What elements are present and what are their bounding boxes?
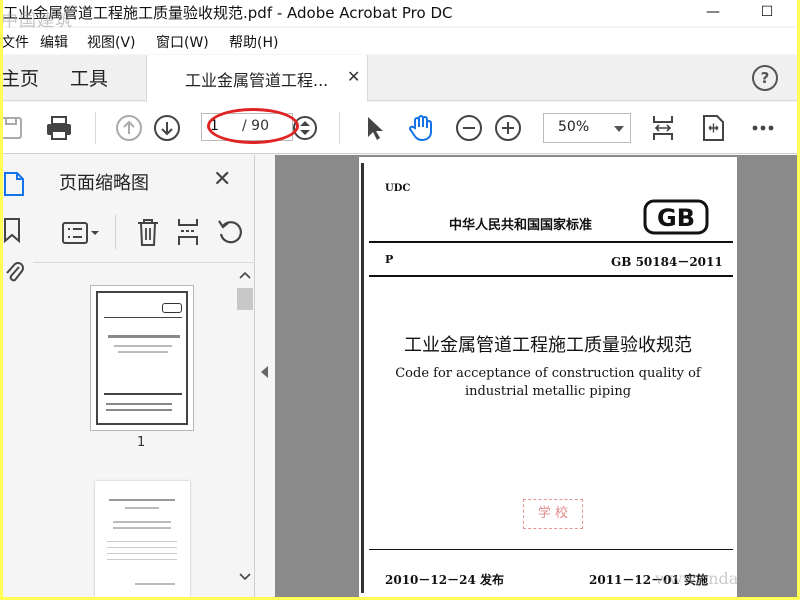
footer-rule bbox=[369, 549, 733, 550]
zoom-value: 50% bbox=[558, 119, 590, 135]
thumbnail-page-number: 1 bbox=[137, 435, 146, 450]
save-icon[interactable] bbox=[3, 114, 25, 142]
publish-date: 2010－12－24 发布 bbox=[385, 573, 504, 587]
chevron-down-icon bbox=[614, 126, 624, 132]
scrollbar-thumb[interactable] bbox=[237, 288, 253, 310]
zoom-in-icon[interactable] bbox=[494, 114, 522, 142]
close-panel-icon[interactable]: ✕ bbox=[213, 167, 231, 192]
hand-icon[interactable] bbox=[407, 114, 435, 142]
zoom-out-icon[interactable] bbox=[455, 114, 483, 142]
menu-file[interactable]: 文件 bbox=[3, 32, 29, 52]
page-thumbnails-icon[interactable] bbox=[3, 171, 25, 197]
document-title-zh: 工业金属管道工程施工质量验收规范 bbox=[404, 335, 692, 356]
tab-tools[interactable]: 工具 bbox=[70, 64, 108, 91]
attachment-icon[interactable] bbox=[3, 259, 25, 285]
thumbnail-scrollbar[interactable] bbox=[235, 268, 253, 590]
thumbnail-text-line bbox=[107, 547, 177, 548]
udc-label: UDC bbox=[385, 183, 411, 194]
print-icon[interactable] bbox=[45, 114, 73, 142]
thumbnail-text-line bbox=[114, 345, 172, 347]
document-title-en-line2: industrial metallic piping bbox=[464, 384, 632, 399]
thumbnail-text-line bbox=[107, 553, 177, 554]
menu-view[interactable]: 视图(V) bbox=[87, 32, 136, 52]
tab-bar: 主页 工具 工业金属管道工程... ✕ ? bbox=[3, 55, 797, 102]
extract-icon[interactable] bbox=[175, 217, 203, 247]
bookmark-icon[interactable] bbox=[3, 217, 23, 243]
standard-name: 中华人民共和国国家标准 bbox=[449, 218, 593, 233]
panel-title: 页面缩略图 bbox=[59, 173, 149, 194]
thumbnails-panel: 页面缩略图 ✕ 1 bbox=[33, 155, 255, 597]
tab-document-label: 工业金属管道工程... bbox=[185, 71, 329, 90]
standard-code: GB 50184－2011 bbox=[611, 255, 723, 269]
document-page: UDC 中华人民共和国国家标准 GB P GB 50184－2011 工业金属管… bbox=[359, 157, 737, 597]
title-bar: 工业金属管道工程施工质量验收规范.pdf - Adobe Acrobat Pro… bbox=[3, 0, 797, 31]
fullscreen-icon[interactable] bbox=[699, 114, 727, 142]
thumbnail-text-line bbox=[113, 527, 171, 529]
menu-window[interactable]: 窗口(W) bbox=[156, 32, 209, 52]
header-rule bbox=[369, 241, 733, 243]
annotation-highlight-ellipse bbox=[207, 108, 299, 144]
thumbnail-cover-preview bbox=[96, 291, 188, 425]
thumbnail-text-line bbox=[125, 507, 159, 509]
thumbnail-text-line bbox=[107, 541, 177, 542]
options-icon[interactable] bbox=[61, 219, 101, 247]
classification-label: P bbox=[385, 253, 394, 266]
tab-document[interactable]: 工业金属管道工程... ✕ bbox=[146, 55, 368, 102]
more-icon[interactable] bbox=[749, 114, 777, 142]
thumbnail-text-line bbox=[107, 559, 177, 560]
page-thumbnail-2[interactable] bbox=[95, 481, 190, 597]
menu-edit[interactable]: 编辑 bbox=[40, 32, 68, 52]
scroll-down-icon[interactable] bbox=[239, 572, 251, 582]
fit-width-icon[interactable] bbox=[649, 114, 677, 142]
next-page-icon[interactable] bbox=[153, 114, 181, 142]
thumbnail-text-line bbox=[118, 351, 168, 353]
header-rule bbox=[369, 275, 733, 277]
collapse-panel-icon[interactable] bbox=[261, 366, 268, 378]
document-view[interactable]: UDC 中华人民共和国国家标准 GB P GB 50184－2011 工业金属管… bbox=[275, 155, 797, 597]
thumbnail-text-line bbox=[108, 335, 180, 338]
thumbnail-text-line bbox=[106, 409, 172, 411]
scroll-up-icon[interactable] bbox=[239, 270, 251, 280]
acrobat-window: 工业金属管道工程施工质量验收规范.pdf - Adobe Acrobat Pro… bbox=[3, 0, 797, 597]
thumbnail-list: 1 bbox=[33, 263, 233, 597]
red-stamp: 学 校 bbox=[523, 499, 583, 529]
maximize-button[interactable]: ☐ bbox=[755, 2, 779, 22]
rotate-icon[interactable] bbox=[217, 218, 245, 246]
thumbnail-text-line bbox=[113, 521, 171, 523]
minimize-button[interactable]: — bbox=[701, 2, 725, 22]
toolbar: 1 / 90 50% bbox=[3, 102, 797, 154]
close-tab-icon[interactable]: ✕ bbox=[347, 67, 360, 86]
thumbnail-text-line bbox=[106, 403, 172, 405]
thumbnail-text-line bbox=[109, 499, 175, 501]
toolbar-separator bbox=[339, 112, 340, 144]
menu-help[interactable]: 帮助(H) bbox=[229, 32, 278, 52]
panel-separator bbox=[115, 215, 116, 249]
gb-logo-text: GB bbox=[657, 204, 695, 232]
gb-logo-mini bbox=[162, 303, 182, 313]
thumbnail-text-line bbox=[135, 583, 175, 585]
select-cursor-icon[interactable] bbox=[360, 114, 388, 142]
document-title-en-line1: Code for acceptance of construction qual… bbox=[395, 366, 701, 381]
tab-home[interactable]: 主页 bbox=[3, 64, 39, 91]
zoom-dropdown[interactable]: 50% bbox=[543, 113, 631, 143]
delete-icon[interactable] bbox=[135, 217, 161, 247]
watermark-text: www.cnda bbox=[655, 569, 737, 588]
gb-logo: GB bbox=[643, 199, 709, 235]
page-thumbnail-1[interactable] bbox=[90, 285, 194, 431]
thumbnail-rule bbox=[104, 393, 182, 395]
thumbnail-rule bbox=[104, 317, 182, 318]
prev-page-icon[interactable] bbox=[115, 114, 143, 142]
help-icon[interactable]: ? bbox=[752, 65, 778, 91]
menu-bar: 文件 编辑 视图(V) 窗口(W) 帮助(H) bbox=[3, 28, 797, 54]
toolbar-separator bbox=[95, 112, 96, 144]
left-rail bbox=[3, 155, 29, 597]
